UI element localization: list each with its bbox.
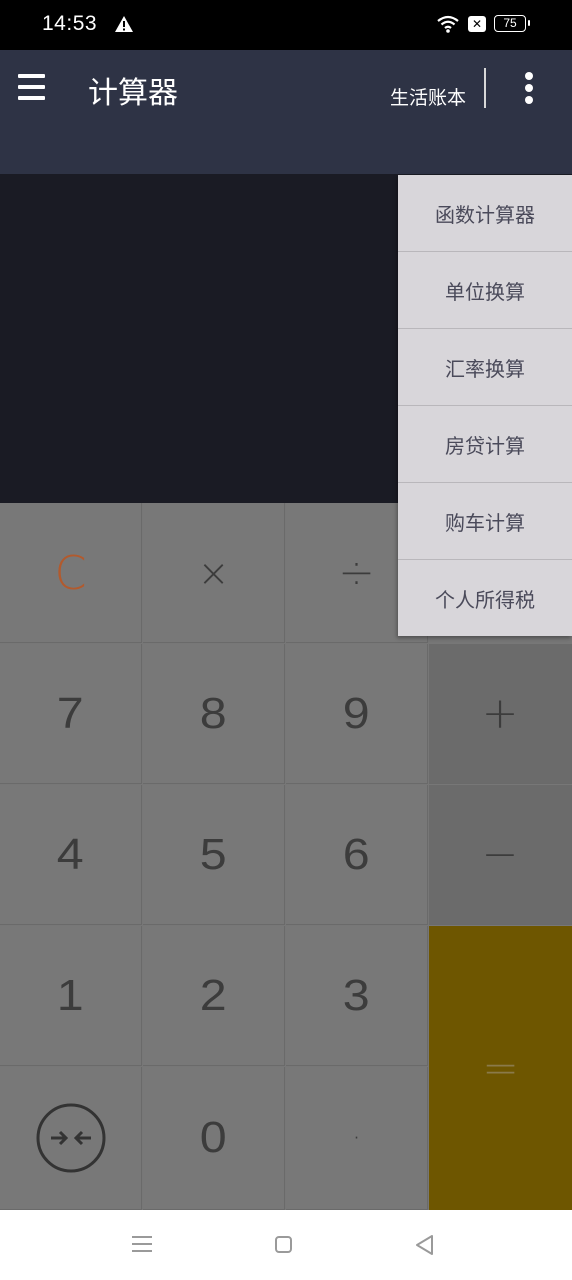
menu-item-car-loan[interactable]: 购车计算 (398, 483, 572, 560)
digit-label: 3 (343, 970, 370, 1020)
digit-6-button[interactable]: 6 (286, 785, 428, 925)
nav-home-icon[interactable] (275, 1236, 292, 1253)
menu-item-mortgage[interactable]: 房贷计算 (398, 406, 572, 483)
battery-icon: 75 (494, 15, 530, 32)
system-nav-bar (0, 1210, 572, 1280)
no-sim-icon: ✕ (468, 16, 486, 32)
ledger-button[interactable]: 生活账本 (390, 83, 466, 110)
multiply-button[interactable]: × (143, 503, 285, 643)
menu-item-scientific[interactable]: 函数计算器 (398, 175, 572, 252)
equals-button[interactable]: = (429, 926, 572, 1210)
digit-label: 5 (200, 829, 227, 879)
digit-label: 1 (57, 970, 84, 1020)
digit-label: 7 (57, 688, 84, 738)
app-bar: 计算器 生活账本 (0, 50, 572, 174)
menu-item-unit-conversion[interactable]: 单位换算 (398, 252, 572, 329)
digit-label: 2 (200, 970, 227, 1020)
digit-label: 0 (200, 1113, 227, 1162)
collapse-arrows-button[interactable] (0, 1067, 142, 1210)
clear-button[interactable]: C (0, 503, 142, 643)
digit-3-button[interactable]: 3 (286, 926, 428, 1066)
digit-label: 4 (57, 829, 84, 879)
battery-level: 75 (503, 16, 517, 30)
page-title: 计算器 (88, 76, 178, 111)
digit-1-button[interactable]: 1 (0, 926, 142, 1066)
digit-4-button[interactable]: 4 (0, 785, 142, 925)
digit-9-button[interactable]: 9 (286, 644, 428, 784)
digit-label: 9 (343, 688, 370, 738)
overflow-menu: 函数计算器 单位换算 汇率换算 房贷计算 购车计算 个人所得税 (398, 175, 572, 636)
nav-back-icon[interactable] (414, 1234, 436, 1256)
warning-icon (115, 16, 133, 32)
plus-button[interactable]: + (429, 644, 572, 784)
hamburger-menu-icon[interactable] (14, 68, 50, 108)
more-vertical-icon[interactable] (516, 68, 542, 108)
status-bar: 14:53 ✕ 75 (0, 0, 572, 50)
appbar-divider (484, 68, 486, 108)
menu-item-income-tax[interactable]: 个人所得税 (398, 560, 572, 636)
wifi-icon (437, 15, 459, 33)
digit-7-button[interactable]: 7 (0, 644, 142, 784)
collapse-arrows-icon (36, 1103, 105, 1173)
digit-label: 8 (200, 688, 227, 738)
digit-label: 6 (343, 829, 370, 879)
digit-0-button[interactable]: 0 (143, 1067, 285, 1210)
digit-5-button[interactable]: 5 (143, 785, 285, 925)
digit-2-button[interactable]: 2 (143, 926, 285, 1066)
nav-recents-icon[interactable] (132, 1234, 154, 1254)
minus-button[interactable]: − (429, 785, 572, 925)
status-time: 14:53 (42, 12, 98, 35)
decimal-button[interactable]: · (286, 1067, 428, 1210)
digit-8-button[interactable]: 8 (143, 644, 285, 784)
menu-item-currency[interactable]: 汇率换算 (398, 329, 572, 406)
